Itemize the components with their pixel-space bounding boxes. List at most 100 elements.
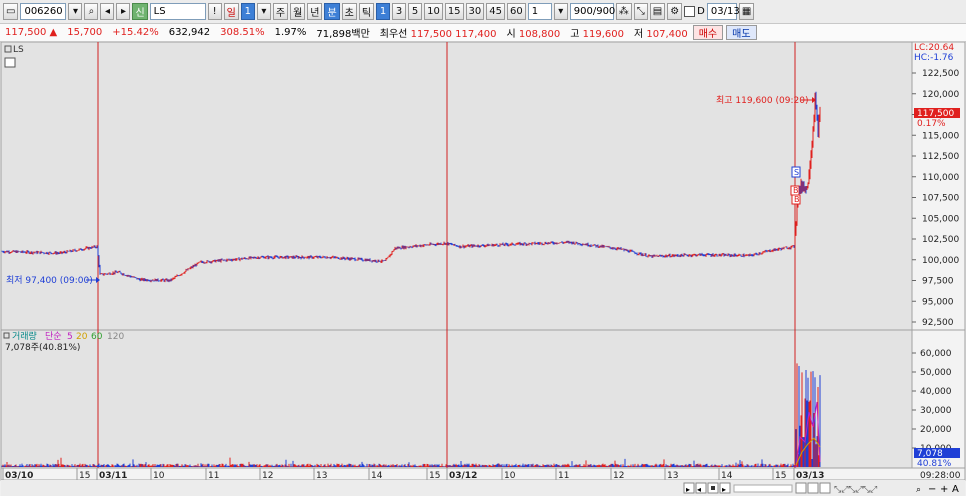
quote-bar: 117,500 ▲ 15,700 +15.42% 632,942 308.51%…: [0, 24, 966, 42]
new-badge: 신: [132, 3, 148, 20]
code-dropdown-icon[interactable]: ▾: [68, 3, 83, 20]
volume-name: 거래량: [12, 330, 37, 342]
calendar-icon[interactable]: ▦: [738, 3, 755, 20]
bottom-controls: ▸ ◂ ▸ ⤡⤢⤡⤢⤡⤢ ⌕ − + A: [683, 482, 959, 495]
time-tick-label: 14: [721, 471, 733, 481]
zoom-in-icon[interactable]: +: [940, 484, 948, 495]
interval-5-button[interactable]: 5: [408, 3, 423, 20]
price-tick-label: 105,000: [922, 214, 959, 224]
price-change: 15,700: [67, 27, 103, 38]
current-pct-tag: 0.17%: [917, 119, 946, 129]
time-tick-label: 11: [208, 471, 219, 481]
low-price: 저 107,400: [633, 29, 688, 40]
price-tick-label: 92,500: [922, 318, 954, 328]
price-tick-label: 95,000: [922, 297, 954, 307]
compare-icon[interactable]: ⤡: [633, 3, 648, 20]
volume-tick-label: 50,000: [920, 368, 952, 378]
prev-next-icon[interactable]: ▸: [116, 3, 131, 20]
price-tick-label: 97,500: [922, 277, 954, 287]
interval-45-button[interactable]: 45: [486, 3, 506, 20]
stock-code-input[interactable]: 006260: [20, 3, 67, 20]
lc-value: LC:20.64: [914, 43, 954, 53]
interval-60-button[interactable]: 60: [507, 3, 526, 20]
volume-tick-label: 20,000: [920, 425, 952, 435]
ma-5: 5: [67, 332, 73, 342]
price-tick-label: 100,000: [922, 256, 959, 266]
volume-tick-label: 60,000: [920, 349, 952, 359]
period-tick-button[interactable]: 틱: [358, 3, 375, 20]
price-tick-label: 122,500: [922, 69, 959, 79]
period-day-button[interactable]: 일: [223, 3, 239, 20]
search-icon[interactable]: ⌕: [84, 3, 99, 20]
window-icon[interactable]: ▭: [3, 3, 19, 20]
time-tick-label: 15: [79, 471, 90, 481]
interval-input[interactable]: 1: [527, 3, 552, 20]
interval-1-button[interactable]: 1: [376, 3, 391, 20]
count-input[interactable]: 900/900: [569, 3, 615, 20]
time-tick-label: 03/13: [796, 471, 824, 481]
ma-label: 단순: [45, 331, 62, 342]
interval-15-button[interactable]: 15: [444, 3, 464, 20]
interval-10-button[interactable]: 10: [424, 3, 443, 20]
grid-toggle-icon[interactable]: [4, 57, 16, 68]
font-size-icon[interactable]: A: [952, 484, 959, 495]
price-panel: [0, 42, 913, 331]
price-tick-label: 115,000: [922, 131, 959, 141]
time-tick-label: 13: [667, 471, 678, 481]
time-tick-label: 12: [262, 471, 273, 481]
price-axis-panel: [911, 42, 966, 331]
period-second-button[interactable]: 초: [341, 3, 357, 20]
ma-120: 120: [107, 332, 124, 342]
volume-panel: [0, 329, 913, 469]
crosshair-button[interactable]: [795, 482, 807, 494]
signal-markers: S B B: [790, 166, 801, 205]
current-price: 117,500 ▲: [5, 27, 58, 38]
buy-signal-text-1: B: [793, 186, 799, 195]
sell-button[interactable]: 매도: [726, 25, 757, 40]
time-tick-label: 10: [504, 471, 516, 481]
price-tick-label: 107,500: [922, 194, 959, 204]
stock-chart[interactable]: 122,500 120,000 117,500 115,000 112,500 110,0…: [0, 42, 966, 496]
price-tick-label: 112,500: [922, 152, 959, 162]
interval-dropdown-icon[interactable]: ▾: [553, 3, 568, 20]
alert-button[interactable]: !: [207, 3, 222, 20]
time-tick-label: 15: [429, 471, 440, 481]
time-tick-label: 03/10: [5, 471, 33, 481]
interval-3-button[interactable]: 3: [392, 3, 407, 20]
zoom-slider[interactable]: [733, 484, 793, 493]
d-checkbox[interactable]: [684, 6, 696, 17]
buy-button[interactable]: 매수: [692, 25, 724, 40]
time-tick-label: 14: [371, 471, 383, 481]
settings-icon[interactable]: ⚙: [667, 3, 683, 20]
period-year-button[interactable]: 년: [307, 3, 323, 20]
high-annotation: 최고 119,600 (09:20): [716, 95, 808, 106]
time-tick-label: 11: [558, 471, 569, 481]
period-dropdown-icon[interactable]: ▾: [256, 3, 271, 20]
volume-tick-label: 30,000: [920, 406, 952, 416]
print-button[interactable]: [807, 482, 819, 494]
period-month-button[interactable]: 월: [290, 3, 306, 20]
high-price: 고 119,600: [570, 29, 624, 40]
capture-button[interactable]: [819, 482, 831, 494]
speaker-icon[interactable]: ◂: [100, 3, 115, 20]
ma-60: 60: [91, 332, 103, 342]
date-input[interactable]: 03/13: [706, 3, 740, 20]
period-minute-button[interactable]: 분: [324, 3, 340, 20]
volume-tick-label: 40,000: [920, 387, 952, 397]
zoom-out-icon[interactable]: −: [928, 484, 936, 495]
period-day-count[interactable]: 1: [240, 3, 255, 20]
period-week-button[interactable]: 주: [272, 3, 289, 20]
stock-name-field[interactable]: LS: [149, 3, 206, 20]
search-icon-bottom[interactable]: ⌕: [916, 485, 921, 495]
indicator-icon[interactable]: ⁂: [615, 3, 632, 20]
best-quote: 최우선 117,500 117,400: [379, 29, 497, 40]
price-change-pct: +15.42%: [112, 27, 159, 38]
interval-30-button[interactable]: 30: [465, 3, 485, 20]
time-tick-label: 03/12: [449, 471, 477, 481]
rewind-icon: ◂: [697, 485, 701, 494]
save-icon[interactable]: ▤: [649, 3, 666, 20]
drawing-tools-icon[interactable]: ⤡⤢⤡⤢⤡⤢: [834, 485, 877, 495]
time-tick-label: 12: [613, 471, 624, 481]
current-price-tag-text: 117,500: [917, 109, 954, 119]
chart-toolbar: ▭ 006260 ▾ ⌕ ◂ ▸ 신 LS ! 일 1 ▾ 주 월 년 분 초 …: [0, 0, 966, 24]
